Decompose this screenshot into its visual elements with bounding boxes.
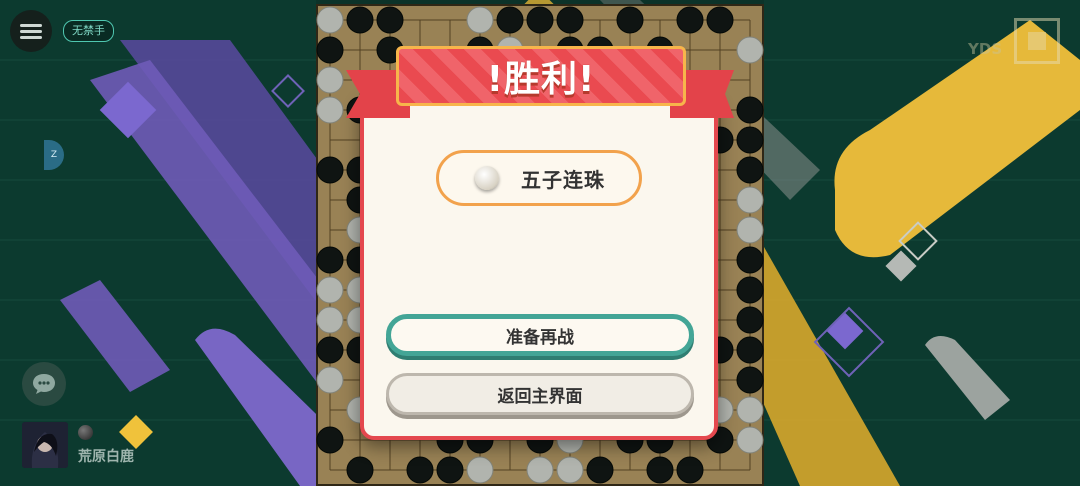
chat-bubble-icon bbox=[33, 374, 55, 394]
black-stone bbox=[736, 336, 764, 364]
white-stone bbox=[556, 456, 584, 484]
opponent-logo-text: YDS bbox=[968, 40, 1003, 58]
black-stone bbox=[736, 126, 764, 154]
white-stone bbox=[316, 306, 344, 334]
black-stone bbox=[586, 456, 614, 484]
black-stone bbox=[316, 336, 344, 364]
black-stone bbox=[316, 156, 344, 184]
black-stone bbox=[706, 6, 734, 34]
back-to-main-button[interactable]: 返回主界面 bbox=[386, 373, 694, 415]
black-stone bbox=[316, 36, 344, 64]
white-stone-icon bbox=[475, 166, 499, 190]
black-stone bbox=[406, 456, 434, 484]
black-stone bbox=[736, 306, 764, 334]
white-stone bbox=[316, 6, 344, 34]
victory-banner: !胜利! bbox=[396, 46, 686, 106]
rematch-button[interactable]: 准备再战 bbox=[386, 314, 694, 356]
player-name: 荒原白鹿 bbox=[78, 449, 134, 465]
player-avatar[interactable] bbox=[22, 422, 68, 468]
white-stone bbox=[316, 66, 344, 94]
white-stone bbox=[736, 36, 764, 64]
black-stone bbox=[346, 6, 374, 34]
black-stone bbox=[736, 156, 764, 184]
black-stone bbox=[316, 246, 344, 274]
win-reason-pill: 五子连珠 bbox=[436, 150, 642, 206]
black-stone bbox=[346, 456, 374, 484]
white-stone bbox=[736, 396, 764, 424]
black-stone bbox=[646, 456, 674, 484]
black-stone bbox=[316, 426, 344, 454]
black-stone bbox=[526, 6, 554, 34]
rule-badge: 无禁手 bbox=[63, 20, 114, 42]
win-reason-text: 五子连珠 bbox=[521, 167, 605, 192]
opponent-square-icon bbox=[1028, 32, 1046, 50]
black-stone bbox=[436, 456, 464, 484]
rematch-label: 准备再战 bbox=[506, 327, 574, 348]
black-stone bbox=[736, 246, 764, 274]
black-stone bbox=[556, 6, 584, 34]
black-stone bbox=[676, 6, 704, 34]
white-stone bbox=[736, 426, 764, 454]
chat-button[interactable] bbox=[22, 362, 66, 406]
black-stone bbox=[376, 6, 404, 34]
back-to-main-label: 返回主界面 bbox=[497, 386, 583, 407]
white-stone bbox=[316, 276, 344, 304]
black-stone bbox=[676, 456, 704, 484]
white-stone bbox=[316, 366, 344, 394]
player-black-stone-icon bbox=[78, 425, 93, 440]
white-stone bbox=[466, 456, 494, 484]
menu-button[interactable] bbox=[10, 10, 52, 52]
black-stone bbox=[616, 6, 644, 34]
white-stone bbox=[736, 216, 764, 244]
black-stone bbox=[736, 366, 764, 394]
white-stone bbox=[736, 186, 764, 214]
black-stone bbox=[736, 96, 764, 124]
victory-title: !胜利! bbox=[486, 59, 596, 100]
white-stone bbox=[526, 456, 554, 484]
hamburger-menu-icon bbox=[20, 21, 42, 42]
black-stone bbox=[736, 276, 764, 304]
white-stone bbox=[466, 6, 494, 34]
white-stone bbox=[316, 96, 344, 124]
black-stone bbox=[496, 6, 524, 34]
